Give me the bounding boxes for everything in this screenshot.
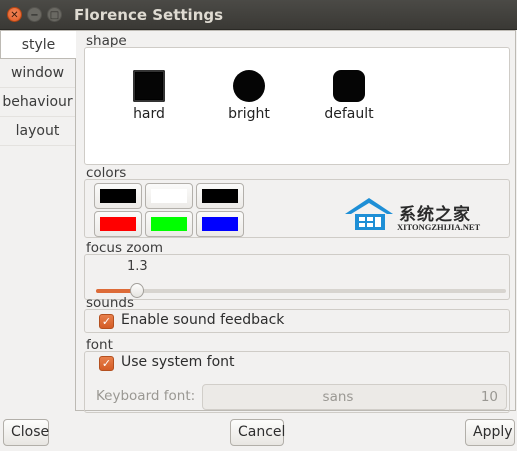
shape-option-default[interactable]: default [309, 70, 389, 122]
font-name: sans [322, 389, 354, 405]
window-minimize-button[interactable]: − [27, 7, 42, 22]
system-font-label[interactable]: Use system font [121, 354, 235, 370]
zoom-slider[interactable] [96, 283, 506, 298]
shape-option-label: default [324, 106, 374, 122]
color-swatch-button[interactable] [94, 211, 142, 237]
title-bar: ✕ − □ Florence Settings [0, 0, 517, 30]
close-button[interactable]: Close [3, 419, 49, 446]
font-frame: ✓ Use system font Keyboard font: sans 10 [84, 351, 510, 413]
color-swatch-fill [151, 189, 187, 203]
rounded-square-icon [333, 70, 365, 102]
shape-option-hard[interactable]: hard [109, 70, 189, 122]
house-logo-icon [345, 198, 393, 230]
style-panel: shape hard bright default colors 系统之家 XI… [75, 30, 516, 413]
zoom-value: 1.3 [127, 259, 148, 274]
color-swatch-button[interactable] [145, 183, 193, 209]
keyboard-font-label: Keyboard font: [96, 388, 196, 404]
sounds-frame: ✓ Enable sound feedback [84, 309, 510, 333]
sound-feedback-checkbox[interactable]: ✓ [99, 314, 114, 329]
color-swatch-fill [100, 189, 136, 203]
window-maximize-button[interactable]: □ [47, 7, 62, 22]
color-swatch-button[interactable] [94, 183, 142, 209]
watermark-text-en: XITONGZHIJIA.NET [397, 222, 481, 232]
color-swatch-fill [202, 217, 238, 231]
focus-zoom-frame: 1.3 [84, 254, 510, 300]
window-close-button[interactable]: ✕ [7, 7, 22, 22]
square-hard-icon [133, 70, 165, 102]
color-swatch-fill [202, 189, 238, 203]
watermark-logo: 系统之家 XITONGZHIJIA.NET [341, 194, 511, 234]
tab-behaviour[interactable]: behaviour [0, 88, 75, 117]
sound-feedback-label[interactable]: Enable sound feedback [121, 312, 284, 328]
apply-button[interactable]: Apply [465, 419, 515, 446]
circle-bright-icon [233, 70, 265, 102]
color-swatch-fill [151, 217, 187, 231]
window-title: Florence Settings [74, 6, 224, 24]
colors-frame: 系统之家 XITONGZHIJIA.NET [84, 179, 510, 238]
font-size: 10 [480, 389, 498, 405]
shape-option-bright[interactable]: bright [209, 70, 289, 122]
tab-style[interactable]: style [0, 30, 76, 59]
tab-window[interactable]: window [0, 59, 75, 88]
color-swatch-fill [100, 217, 136, 231]
shape-option-label: bright [228, 106, 270, 122]
shape-option-label: hard [133, 106, 165, 122]
color-swatch-button[interactable] [196, 183, 244, 209]
cancel-button[interactable]: Cancel [230, 419, 285, 446]
color-swatch-button[interactable] [196, 211, 244, 237]
system-font-checkbox[interactable]: ✓ [99, 356, 114, 371]
color-swatch-button[interactable] [145, 211, 193, 237]
tab-layout[interactable]: layout [0, 117, 75, 146]
shape-frame: hard bright default [84, 47, 510, 165]
keyboard-font-button[interactable]: sans 10 [202, 384, 507, 410]
tab-list: style window behaviour layout [0, 30, 76, 146]
